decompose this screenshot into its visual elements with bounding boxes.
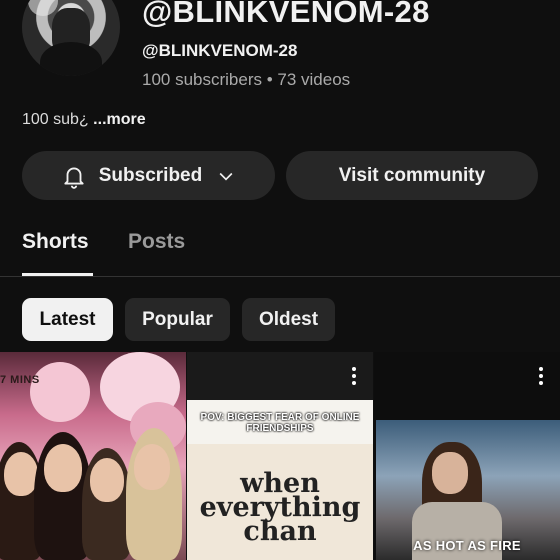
visit-community-label: Visit community: [338, 164, 486, 186]
more-link[interactable]: ...more: [93, 111, 145, 128]
short-thumbnail-1[interactable]: 7 MINS: [0, 352, 186, 560]
tab-shorts[interactable]: Shorts: [22, 230, 89, 254]
short-2-caption-main: when everything chan: [199, 468, 361, 547]
filter-latest-chip[interactable]: Latest: [22, 298, 113, 341]
about-text: 100 sub¿: [22, 111, 89, 128]
filter-oldest-chip[interactable]: Oldest: [242, 298, 335, 341]
short-3-caption: AS HOT AS FIRE: [413, 538, 521, 553]
more-vert-icon[interactable]: [351, 366, 357, 386]
channel-stats: 100 subscribers • 73 videos: [142, 70, 351, 89]
channel-tabs: Shorts Posts: [0, 222, 560, 277]
channel-handle: @BLINKVENOM-28: [142, 41, 298, 60]
chevron-down-icon: [219, 172, 233, 181]
channel-title: @BLINKVENOM-28: [142, 0, 430, 29]
bell-icon: [64, 167, 84, 189]
short-1-caption: 7 MINS: [0, 374, 40, 386]
channel-avatar[interactable]: [22, 0, 120, 76]
short-thumbnail-2[interactable]: POV: BIGGEST FEAR OF ONLINE FRIENDSHIPS …: [187, 352, 373, 560]
filter-popular-chip[interactable]: Popular: [125, 298, 230, 341]
more-vert-icon[interactable]: [538, 366, 544, 386]
short-2-caption-top: POV: BIGGEST FEAR OF ONLINE FRIENDSHIPS: [200, 412, 360, 434]
subscribed-label: Subscribed: [98, 164, 203, 186]
subscribed-button[interactable]: Subscribed: [22, 151, 275, 200]
active-tab-indicator: [22, 273, 93, 276]
short-thumbnail-3[interactable]: AS HOT AS FIRE: [374, 352, 560, 560]
tab-posts[interactable]: Posts: [128, 230, 185, 254]
visit-community-button[interactable]: Visit community: [286, 151, 538, 200]
channel-about[interactable]: 100 sub¿ ...more: [22, 111, 146, 129]
